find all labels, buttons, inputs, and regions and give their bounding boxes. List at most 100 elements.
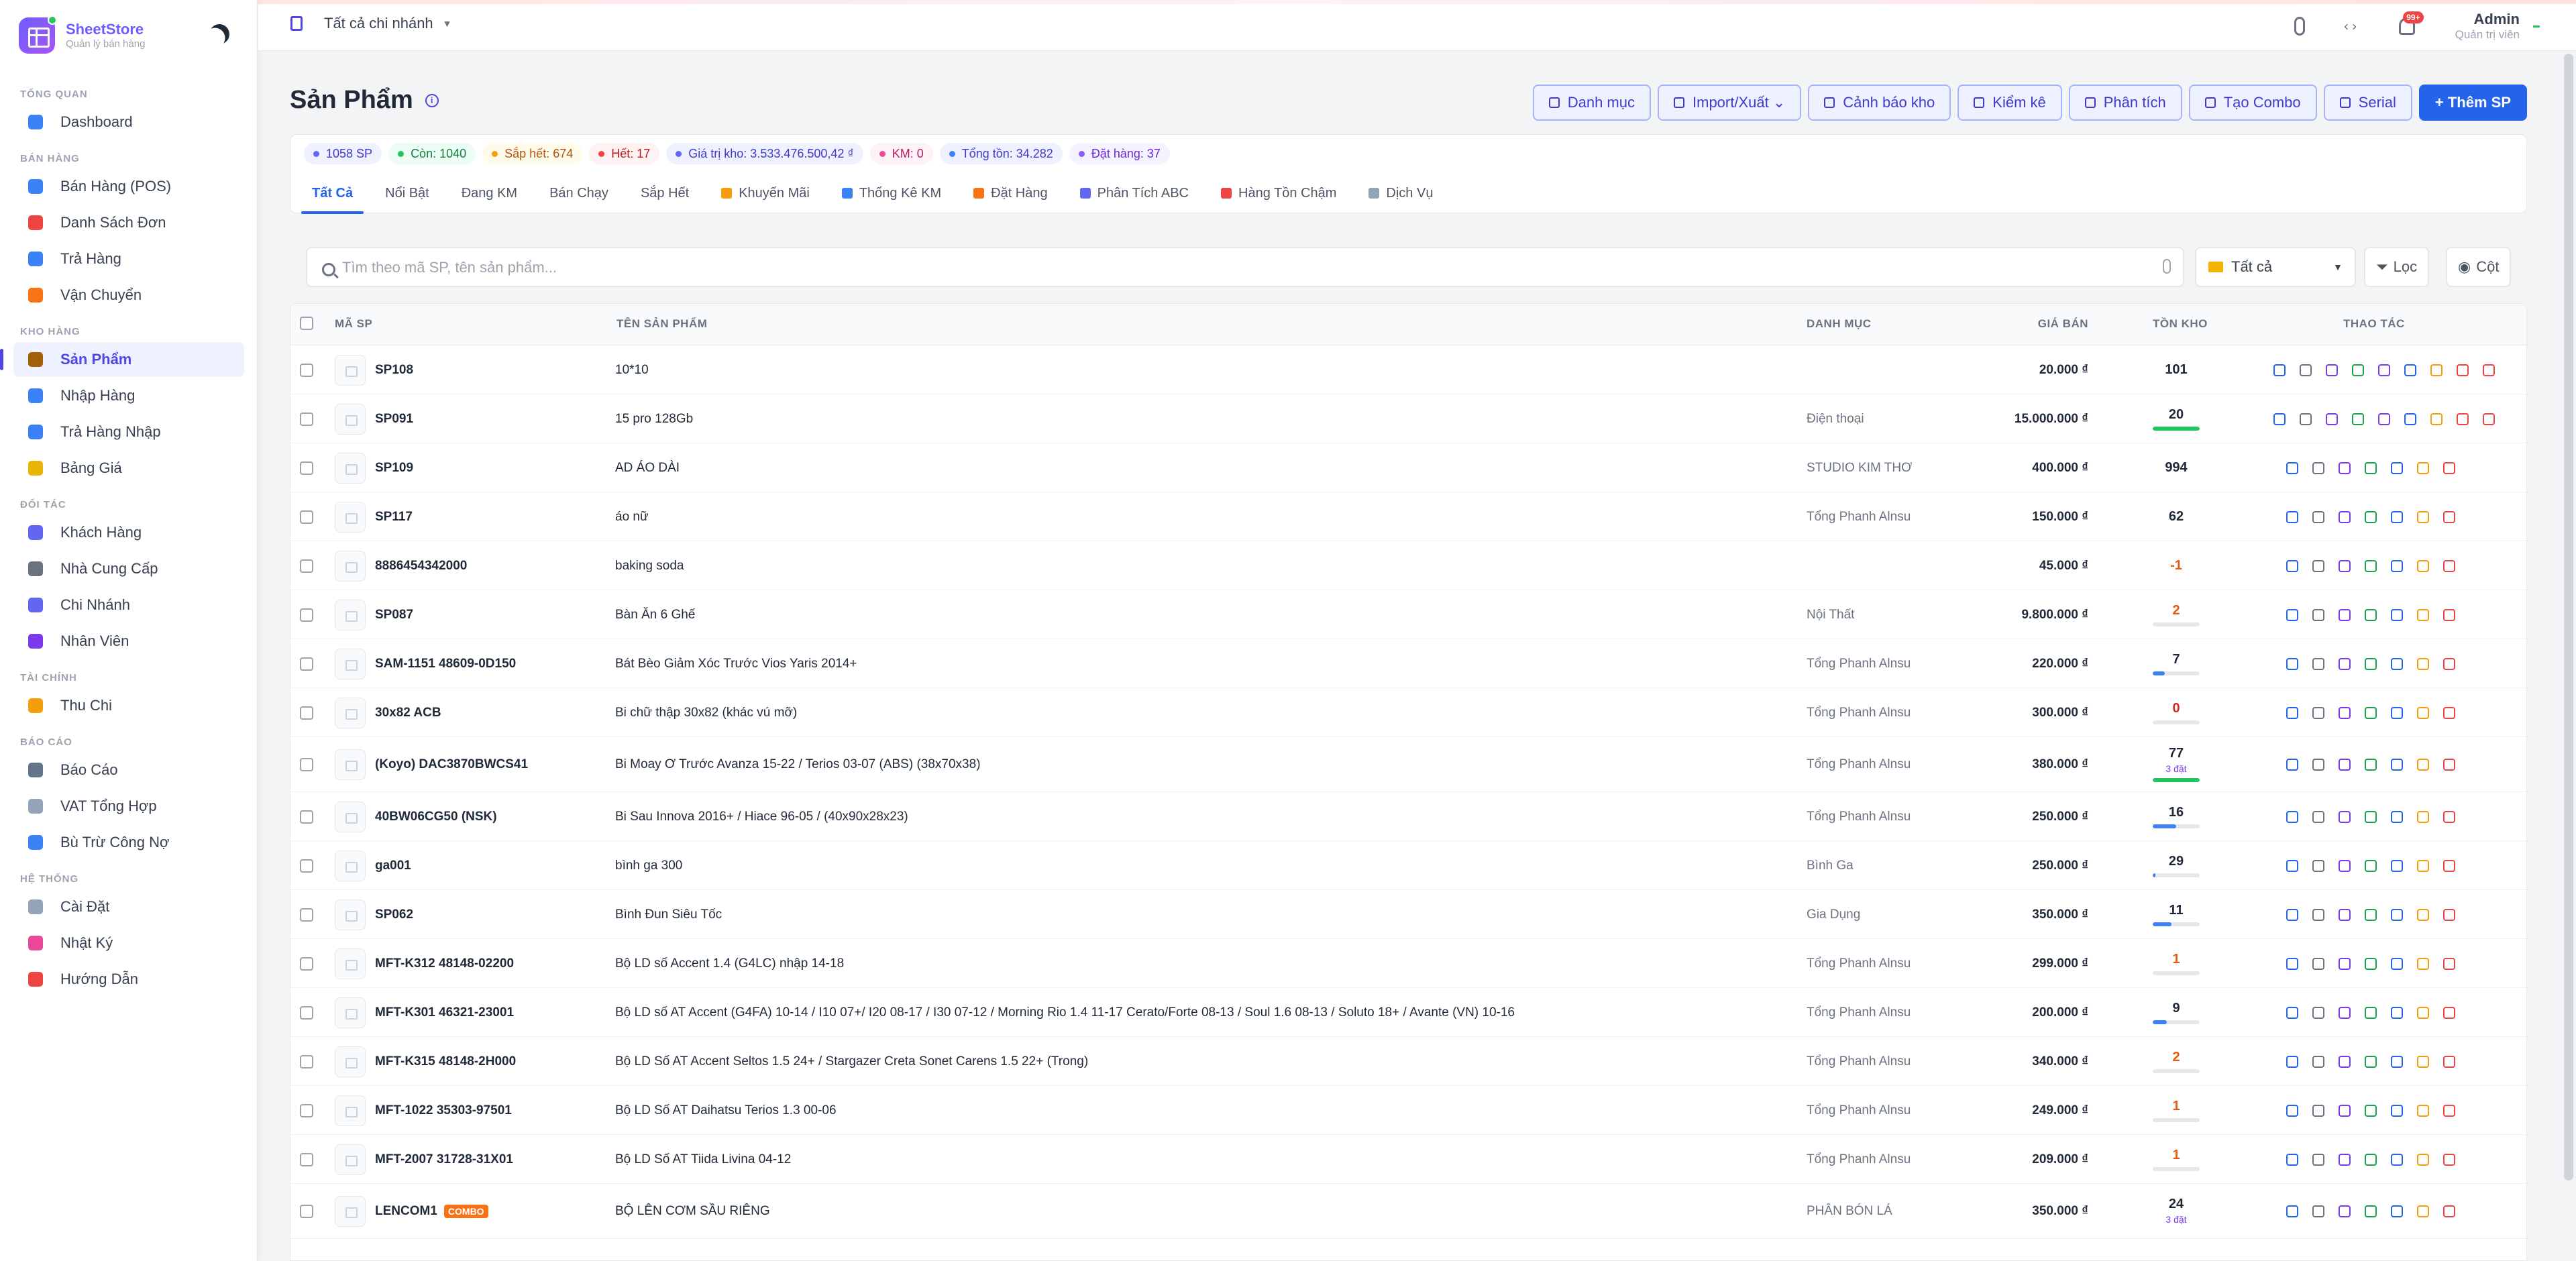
duplicate-icon[interactable]	[2391, 1153, 2403, 1166]
delete-icon[interactable]	[2483, 364, 2495, 376]
serial-icon[interactable]	[2378, 364, 2390, 376]
copy-icon[interactable]	[2365, 1006, 2377, 1019]
barcode-icon[interactable]	[2312, 1153, 2324, 1166]
product-name[interactable]: Bi Sau Innova 2016+ / Hiace 96-05 / (40x…	[615, 810, 908, 824]
notification-bell-icon[interactable]: 99+	[2398, 11, 2424, 35]
copy-icon[interactable]	[2365, 759, 2377, 771]
barcode-icon[interactable]	[2312, 1055, 2324, 1068]
search-input[interactable]	[342, 255, 2120, 280]
tab-2[interactable]: Đang KM	[451, 179, 528, 214]
sidebar-item-thu-chi[interactable]: Thu Chi	[13, 688, 244, 723]
sidebar-item-khách-hàng[interactable]: Khách Hàng	[13, 515, 244, 550]
table-row[interactable]: (Koyo) DAC3870BWCS41 Bi Moay Ơ Trước Avan…	[290, 737, 2526, 792]
product-name[interactable]: Bộ LD số AT Accent (G4FA) 10-14 / I10 07…	[615, 1005, 1515, 1020]
sidebar-item-nhật-ký[interactable]: Nhật Ký	[13, 926, 244, 961]
table-row[interactable]: 30x82 ACB Bi chữ thập 30x82 (khác vú mỡ) T…	[290, 688, 2526, 737]
sidebar-item-báo-cáo[interactable]: Báo Cáo	[13, 753, 244, 787]
copy-icon[interactable]	[2352, 364, 2364, 376]
table-row[interactable]: 8886454342000 baking soda 45.000 ₫ -1	[290, 541, 2526, 590]
duplicate-icon[interactable]	[2391, 706, 2403, 719]
table-row[interactable]: MFT-K301 46321-23001 Bộ LD số AT Accent (…	[290, 988, 2526, 1037]
sidebar-item-trả-hàng[interactable]: Trả Hàng	[13, 241, 244, 276]
barcode-icon[interactable]	[2312, 957, 2324, 970]
copy-icon[interactable]	[2365, 908, 2377, 921]
row-checkbox[interactable]	[300, 810, 313, 824]
edit-icon[interactable]	[2273, 413, 2286, 425]
product-name[interactable]: 15 pro 128Gb	[615, 412, 693, 427]
delete-icon[interactable]	[2443, 608, 2455, 621]
code-icon[interactable]: ‹›	[2343, 18, 2359, 34]
barcode-icon[interactable]	[2312, 1104, 2324, 1117]
chart-icon[interactable]	[2339, 706, 2351, 719]
row-checkbox[interactable]	[300, 1103, 313, 1117]
copy-icon[interactable]	[2365, 810, 2377, 823]
action-button-5[interactable]: Tạo Combo	[2188, 85, 2317, 121]
product-name[interactable]: Bộ LD số Accent 1.4 (G4LC) nhập 14-18	[615, 956, 844, 971]
row-checkbox[interactable]	[300, 608, 313, 622]
edit-icon[interactable]	[2286, 859, 2298, 872]
delete-icon[interactable]	[2443, 1153, 2455, 1166]
edit-icon[interactable]	[2286, 810, 2298, 823]
copy-icon[interactable]	[2365, 657, 2377, 670]
row-checkbox[interactable]	[300, 510, 313, 524]
hand-icon[interactable]	[2417, 510, 2429, 523]
columns-button[interactable]: ◉ Cột	[2446, 247, 2512, 287]
duplicate-icon[interactable]	[2391, 810, 2403, 823]
barcode-icon[interactable]	[2300, 364, 2312, 376]
duplicate-icon[interactable]	[2391, 657, 2403, 670]
copy-icon[interactable]	[2365, 510, 2377, 523]
sidebar-section-title[interactable]: TỔNG QUAN	[0, 86, 258, 103]
duplicate-icon[interactable]	[2391, 461, 2403, 474]
select-all-checkbox[interactable]	[300, 317, 313, 330]
row-checkbox[interactable]	[300, 363, 313, 377]
edit-icon[interactable]	[2286, 759, 2298, 771]
row-checkbox[interactable]	[300, 956, 313, 971]
sidebar-item-danh-sách-đơn[interactable]: Danh Sách Đơn	[13, 205, 244, 240]
col-name[interactable]: TÊN SẢN PHẨM	[616, 317, 707, 331]
barcode-icon[interactable]	[2312, 1205, 2324, 1217]
chart-icon[interactable]	[2339, 1205, 2351, 1217]
serial-icon[interactable]	[2378, 413, 2390, 425]
duplicate-icon[interactable]	[2391, 608, 2403, 621]
action-button-4[interactable]: Phân tích	[2068, 85, 2182, 121]
hand-icon[interactable]	[2417, 608, 2429, 621]
scrollbar[interactable]	[2564, 54, 2573, 1181]
hand-icon[interactable]	[2417, 1104, 2429, 1117]
hand-icon[interactable]	[2417, 559, 2429, 572]
hand-icon[interactable]	[2417, 1006, 2429, 1019]
action-button-0[interactable]: Danh mục	[1532, 85, 1651, 121]
duplicate-icon[interactable]	[2404, 364, 2416, 376]
table-row[interactable]: SP108 10*10 20.000 ₫ 101	[290, 345, 2526, 394]
delete-icon[interactable]	[2443, 759, 2455, 771]
hand-icon[interactable]	[2417, 1153, 2429, 1166]
edit-icon[interactable]	[2286, 559, 2298, 572]
sidebar-section-title[interactable]: KHO HÀNG	[0, 323, 258, 341]
sidebar-item-bảng-giá[interactable]: Bảng Giá	[13, 451, 244, 486]
table-row[interactable]: MFT-K315 48148-2H000 Bộ LD Số AT Accent S…	[290, 1037, 2526, 1086]
product-name[interactable]: Bi chữ thập 30x82 (khác vú mỡ)	[615, 706, 797, 720]
product-name[interactable]: BỘ LÊN CƠM SẦU RIÊNG	[615, 1204, 770, 1219]
table-row[interactable]: SP117 áo nữ Tổng Phanh Alnsu 150.000 ₫ 62	[290, 492, 2526, 541]
chart-icon[interactable]	[2339, 908, 2351, 921]
edit-icon[interactable]	[2286, 1006, 2298, 1019]
delete-icon[interactable]	[2443, 957, 2455, 970]
barcode-icon[interactable]	[2312, 510, 2324, 523]
chart-icon[interactable]	[2326, 364, 2338, 376]
edit-icon[interactable]	[2286, 957, 2298, 970]
duplicate-icon[interactable]	[2391, 510, 2403, 523]
table-row[interactable]: 40BW06CG50 (NSK) Bi Sau Innova 2016+ / Hi…	[290, 792, 2526, 841]
tab-4[interactable]: Sắp Hết	[630, 179, 700, 214]
sidebar-item-hướng-dẫn[interactable]: Hướng Dẫn	[13, 962, 244, 997]
sidebar-item-bù-trừ-công-nợ[interactable]: Bù Trừ Công Nợ	[13, 825, 244, 860]
action-button-3[interactable]: Kiểm kê	[1957, 85, 2062, 121]
col-stock[interactable]: TỒN KHO	[2153, 317, 2208, 331]
row-checkbox[interactable]	[300, 758, 313, 771]
chart-icon[interactable]	[2339, 510, 2351, 523]
tab-0[interactable]: Tất Cả	[301, 179, 364, 214]
edit-icon[interactable]	[2273, 364, 2286, 376]
duplicate-icon[interactable]	[2391, 1055, 2403, 1068]
table-row[interactable]: MFT-2007 31728-31X01 Bộ LD Số AT Tiida Li…	[290, 1135, 2526, 1184]
table-row[interactable]: SAM-1151 48609-0D150 Bát Bèo Giảm Xóc Trư…	[290, 639, 2526, 688]
barcode-icon[interactable]	[2312, 1006, 2324, 1019]
brand[interactable]: SheetStore Quản lý bán hàng	[19, 15, 145, 54]
